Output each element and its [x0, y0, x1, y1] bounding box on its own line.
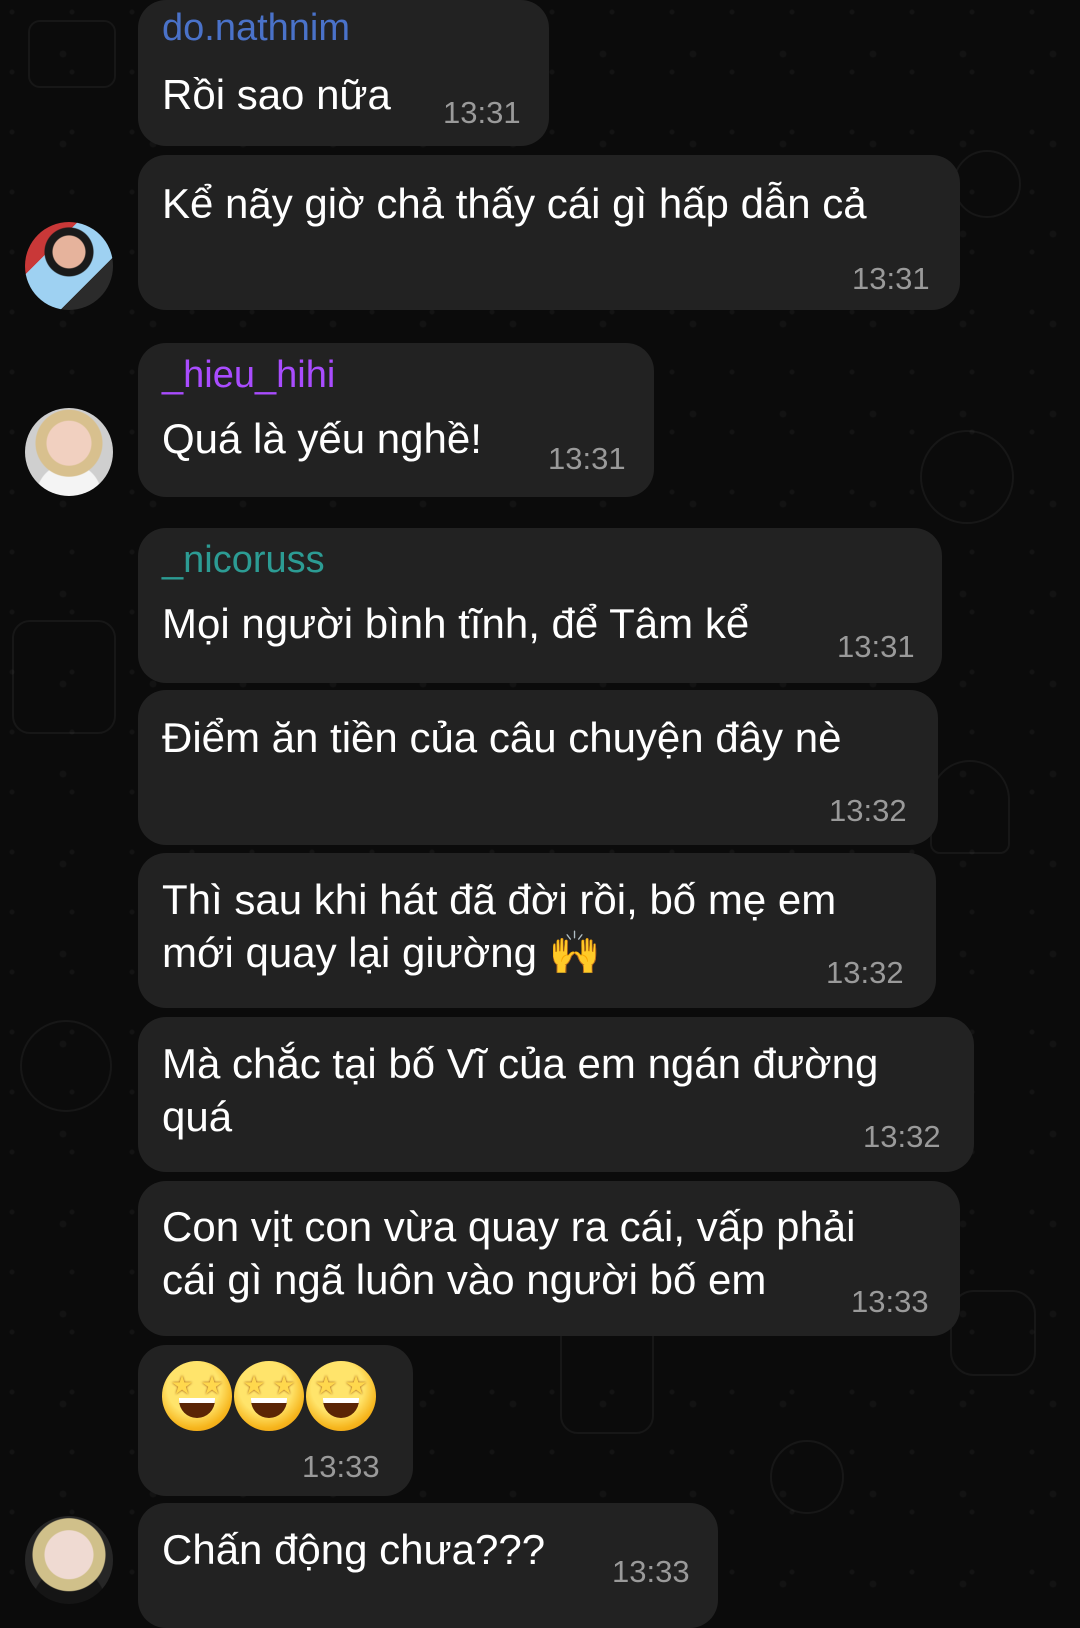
- message-text: Rồi sao nữa: [162, 71, 391, 118]
- message-time: 13:33: [851, 1284, 929, 1319]
- message-text: Quá là yếu nghề!: [162, 415, 482, 462]
- message-text: Mọi người bình tĩnh, để Tâm kể: [162, 600, 750, 647]
- message-bubble[interactable]: Mà chắc tại bố Vĩ của em ngán đường quá …: [138, 1017, 974, 1172]
- avatar[interactable]: [25, 222, 113, 310]
- message-time: 13:31: [837, 629, 915, 664]
- avatar[interactable]: [25, 1516, 113, 1604]
- avatar[interactable]: [25, 408, 113, 496]
- message-bubble[interactable]: Thì sau khi hát đã đời rồi, bố mẹ em mới…: [138, 853, 936, 1008]
- message-time: 13:33: [302, 1449, 380, 1484]
- message-bubble[interactable]: Kể nãy giờ chả thấy cái gì hấp dẫn cả 13…: [138, 155, 960, 310]
- emoji-row: ★ ★ ★ ★ ★ ★: [162, 1361, 378, 1431]
- sender-name[interactable]: do.nathnim: [162, 6, 350, 50]
- message-text: mới quay lại giường 🙌: [162, 929, 601, 976]
- message-bubble[interactable]: Điểm ăn tiền của câu chuyện đây nè 13:32: [138, 690, 938, 845]
- message-text: Thì sau khi hát đã đời rồi, bố mẹ em: [162, 876, 837, 923]
- message-bubble[interactable]: _nicoruss Mọi người bình tĩnh, để Tâm kể…: [138, 528, 942, 683]
- message-time: 13:31: [852, 261, 930, 296]
- star-struck-icon: ★ ★: [162, 1361, 232, 1431]
- message-time: 13:32: [829, 793, 907, 828]
- message-bubble[interactable]: ★ ★ ★ ★ ★ ★ 13:33: [138, 1345, 413, 1496]
- message-bubble[interactable]: Con vịt con vừa quay ra cái, vấp phải cá…: [138, 1181, 960, 1336]
- message-time: 13:33: [612, 1554, 690, 1589]
- message-text: Chấn động chưa???: [162, 1526, 546, 1573]
- message-time: 13:31: [443, 95, 521, 130]
- message-time: 13:31: [548, 441, 626, 476]
- sender-name[interactable]: _nicoruss: [162, 538, 325, 582]
- message-bubble[interactable]: _hieu_hihi Quá là yếu nghề! 13:31: [138, 343, 654, 497]
- message-text: cái gì ngã luôn vào người bố em: [162, 1256, 767, 1303]
- message-text: Mà chắc tại bố Vĩ của em ngán đường: [162, 1040, 879, 1087]
- sender-name[interactable]: _hieu_hihi: [162, 353, 335, 397]
- star-struck-icon: ★ ★: [306, 1361, 376, 1431]
- message-text: Con vịt con vừa quay ra cái, vấp phải: [162, 1203, 856, 1250]
- message-bubble[interactable]: Chấn động chưa??? 13:33: [138, 1503, 718, 1628]
- message-time: 13:32: [826, 955, 904, 990]
- message-text: Kể nãy giờ chả thấy cái gì hấp dẫn cả: [162, 180, 867, 227]
- message-time: 13:32: [863, 1119, 941, 1154]
- message-text: quá: [162, 1093, 233, 1140]
- star-struck-icon: ★ ★: [234, 1361, 304, 1431]
- message-text: Điểm ăn tiền của câu chuyện đây nè: [162, 714, 842, 761]
- message-list[interactable]: do.nathnim Rồi sao nữa 13:31 Kể nãy giờ …: [0, 0, 1080, 1628]
- message-bubble[interactable]: do.nathnim Rồi sao nữa 13:31: [138, 0, 549, 146]
